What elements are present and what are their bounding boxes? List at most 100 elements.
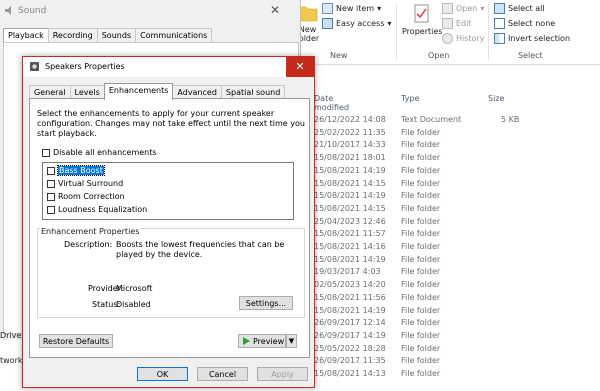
cell-type: File folder [401,140,441,150]
sidebar-item-drive[interactable]: Drive [0,331,21,340]
new-item-icon [322,3,333,14]
checkbox-box[interactable] [47,179,55,188]
cell-date-modified: 25/02/2022 11:35 [314,127,386,137]
ok-button[interactable]: OK [137,367,188,381]
play-icon [243,337,250,345]
easy-access-icon [322,18,333,29]
preview-dropdown-button[interactable]: ▼ [286,334,297,348]
tab-communications[interactable]: Communications [135,28,213,42]
explorer-ribbon: New folder New item ▾ Easy access ▾ New … [288,0,600,65]
checkbox-box[interactable] [47,192,55,201]
cell-type: File folder [401,153,441,163]
cell-type: File folder [401,165,441,175]
dialog-titlebar[interactable]: Speakers Properties ✕ [23,57,314,77]
column-size[interactable]: Size [488,94,504,103]
cell-date-modified: 19/03/2017 4:03 [314,267,381,277]
edit-button[interactable]: Edit [442,18,472,29]
close-icon[interactable]: ✕ [270,3,280,17]
cell-type: File folder [401,280,441,290]
easy-access-button[interactable]: Easy access ▾ [322,18,391,29]
disable-all-enhancements-checkbox[interactable]: Disable all enhancements [42,148,157,157]
tab-enhancements[interactable]: Enhancements [103,83,174,100]
cell-date-modified: 15/08/2021 14:19 [314,305,386,315]
list-item-virtual-surround[interactable]: Virtual Surround [47,179,123,188]
select-none-label: Select none [508,19,556,28]
sound-tabs: Playback Recording Sounds Communications [3,28,213,42]
cell-type: File folder [401,267,441,277]
easy-access-label: Easy access [336,19,385,28]
enhancements-description: Select the enhancements to apply for you… [37,109,305,138]
cell-type: File folder [401,343,441,353]
cell-size: 5 KB [501,115,520,124]
open-label: Open [456,4,478,13]
properties-button[interactable]: Properties [402,4,442,36]
ribbon-separator [396,4,397,60]
disable-all-label: Disable all enhancements [53,148,157,157]
properties-icon [414,4,429,23]
cell-date-modified: 26/09/2017 14:19 [314,330,386,340]
cell-date-modified: 15/08/2021 18:01 [314,153,386,163]
tab-sounds[interactable]: Sounds [96,28,137,42]
checkbox-box[interactable] [42,148,50,157]
preview-label: Preview [253,336,285,346]
speaker-icon [4,5,15,18]
new-item-label: New item [336,4,375,13]
cell-date-modified: 15/08/2021 14:19 [314,254,386,264]
tab-playback[interactable]: Playback [3,28,49,42]
group-new-label: New [330,51,348,60]
list-item-label: Virtual Surround [58,179,124,188]
select-all-button[interactable]: Select all [494,3,545,14]
cell-type: Text Document [401,115,462,124]
history-button[interactable]: History [442,33,484,44]
chevron-down-icon: ▼ [288,337,295,345]
enhancements-list[interactable]: Bass Boost Virtual Surround Room Correct… [42,162,294,220]
apply-button[interactable]: Apply [257,367,308,381]
chevron-down-icon: ▾ [387,19,392,28]
cell-type: File folder [401,216,441,226]
cell-type: File folder [401,254,441,264]
enhancement-properties-legend: Enhancement Properties [40,227,141,236]
cell-type: File folder [401,305,441,315]
chevron-down-icon: ▾ [480,4,485,13]
edit-label: Edit [456,19,472,28]
list-item-loudness-equalization[interactable]: Loudness Equalization [47,205,147,214]
cell-type: File folder [401,191,441,201]
tab-recording[interactable]: Recording [47,28,98,42]
sidebar-item-network[interactable]: twork [0,356,23,365]
cell-type: File folder [401,292,441,302]
speaker-icon [29,61,40,74]
cell-date-modified: 26/12/2022 14:08 [314,115,386,124]
open-icon [442,3,453,14]
cancel-button[interactable]: Cancel [197,367,248,381]
provider-value: Microsoft [116,284,153,293]
column-date-modified[interactable]: Date modified [314,94,349,112]
select-none-button[interactable]: Select none [494,18,555,29]
restore-defaults-button[interactable]: Restore Defaults [39,334,113,348]
group-open-label: Open [428,51,450,60]
cell-date-modified: 25/05/2022 18:28 [314,343,386,353]
cell-date-modified: 15/08/2021 14:15 [314,178,386,188]
sound-window-title: Sound [18,6,47,16]
list-item-label: Bass Boost [57,165,105,176]
edit-icon [442,18,453,29]
close-button[interactable]: ✕ [286,57,314,77]
open-button[interactable]: Open ▾ [442,3,484,14]
close-icon: ✕ [295,60,305,73]
new-item-button[interactable]: New item ▾ [322,3,381,14]
speakers-properties-dialog: Speakers Properties ✕ General Levels Enh… [22,56,315,388]
column-type[interactable]: Type [401,94,419,103]
select-all-label: Select all [508,4,545,13]
chevron-down-icon: ▾ [377,4,382,13]
settings-button[interactable]: Settings... [239,296,293,310]
invert-selection-button[interactable]: Invert selection [494,33,570,44]
cell-type: File folder [401,242,441,251]
list-item-bass-boost[interactable]: Bass Boost [47,165,105,176]
cell-date-modified: 02/05/2023 14:20 [314,280,386,290]
preview-button[interactable]: Preview [238,334,286,348]
list-item-room-correction[interactable]: Room Correction [47,192,125,201]
cell-type: File folder [401,203,441,213]
checkbox-box[interactable] [47,166,55,175]
cell-date-modified: 26/09/2017 12:14 [314,318,386,328]
checkbox-box[interactable] [47,205,55,214]
cell-type: File folder [401,127,441,137]
